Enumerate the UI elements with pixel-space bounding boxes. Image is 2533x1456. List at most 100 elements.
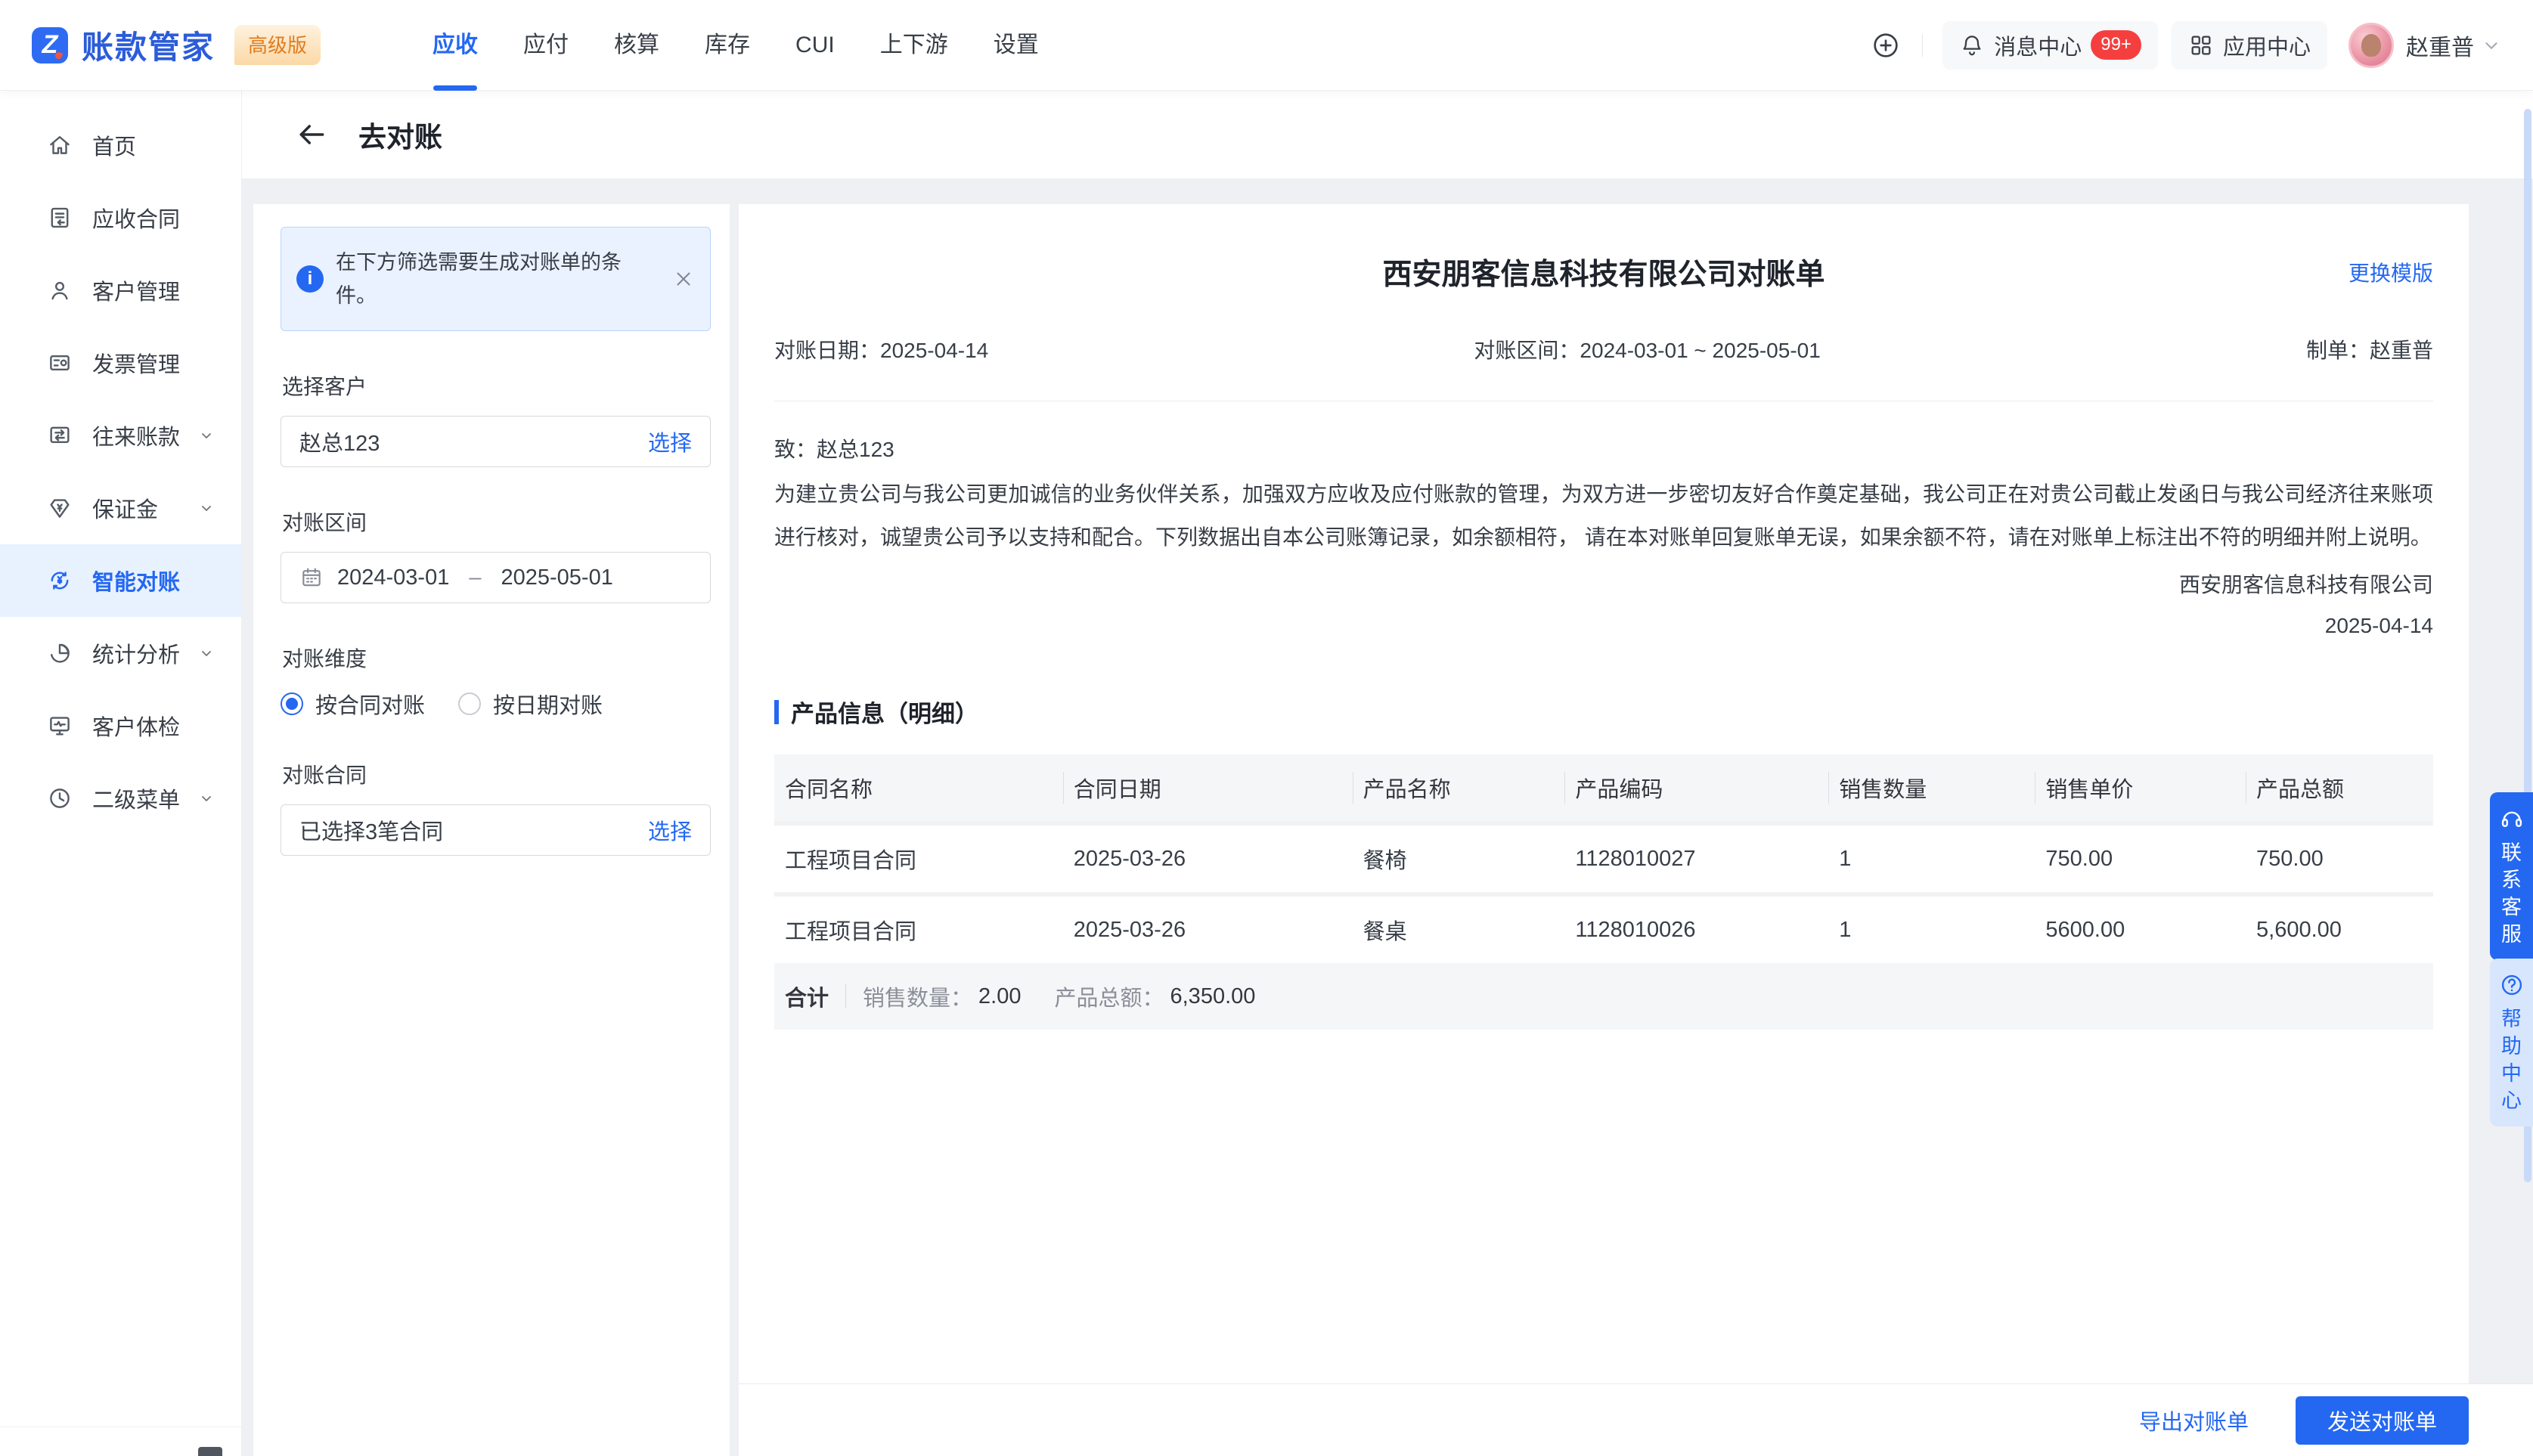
nav-tab-supplychain[interactable]: 上下游 — [857, 0, 971, 91]
info-icon: i — [296, 265, 324, 293]
contract-icon — [47, 205, 73, 231]
sidebar-item-label: 二级菜单 — [92, 782, 180, 814]
filter-hint-alert: i 在下方筛选需要生成对账单的条件。 — [281, 227, 711, 331]
export-statement-button[interactable]: 导出对账单 — [2139, 1405, 2249, 1436]
alert-text: 在下方筛选需要生成对账单的条件。 — [336, 246, 623, 312]
message-center-label: 消息中心 — [1994, 29, 2082, 61]
period-start: 2024-03-01 — [337, 565, 449, 590]
col-header: 销售数量 — [1828, 772, 2035, 804]
divider — [1922, 34, 1923, 57]
contact-support-button[interactable]: 联系客服 — [2490, 792, 2533, 960]
sidebar-item-label: 往来账款 — [92, 420, 180, 451]
period-separator: – — [469, 565, 481, 590]
chevron-down-icon — [197, 789, 215, 807]
radio-by-contract[interactable]: 按合同对账 — [281, 688, 425, 720]
sidebar-item-smart-reconciliation[interactable]: 智能对账 — [0, 544, 241, 617]
dimension-options: 按合同对账 按日期对账 — [281, 688, 711, 720]
sidebar-item-label: 统计分析 — [92, 637, 180, 669]
radio-by-date[interactable]: 按日期对账 — [458, 688, 603, 720]
nav-tab-cui[interactable]: CUI — [773, 0, 857, 91]
message-center-button[interactable]: 消息中心 99+ — [1942, 21, 2158, 70]
statement-preview: 西安朋客信息科技有限公司对账单 更换模版 对账日期：2025-04-14 对账区… — [739, 204, 2469, 1383]
sidebar-item-label: 发票管理 — [92, 347, 180, 379]
transactions-icon — [47, 423, 73, 448]
sidebar-item-label: 应收合同 — [92, 202, 180, 234]
radio-circle — [458, 692, 481, 715]
back-arrow-icon[interactable] — [295, 118, 328, 151]
sidebar-item-label: 保证金 — [92, 492, 158, 524]
sidebar-item-label: 智能对账 — [92, 565, 180, 596]
top-nav-menu: 应收 应付 核算 库存 CUI 上下游 设置 — [410, 0, 1062, 91]
sidebar-item-transactions[interactable]: 往来账款 — [0, 399, 241, 472]
stats-icon — [47, 640, 73, 666]
page-header: 去对账 — [242, 91, 2533, 178]
deposit-icon — [47, 495, 73, 521]
add-button[interactable] — [1869, 29, 1902, 62]
app-center-button[interactable]: 应用中心 — [2172, 21, 2327, 70]
sidebar-item-deposit[interactable]: 保证金 — [0, 472, 241, 544]
table-total-row: 合计 销售数量： 2.00 产品总额： 6,350.00 — [774, 963, 2433, 1030]
sidebar-item-submenu[interactable]: 二级菜单 — [0, 762, 241, 835]
customer-value: 赵总123 — [299, 426, 380, 457]
sidebar-item-home[interactable]: 首页 — [0, 109, 241, 181]
send-statement-button[interactable]: 发送对账单 — [2296, 1396, 2469, 1445]
sidebar-collapse-handle[interactable] — [198, 1447, 222, 1456]
sidebar-item-customer-health[interactable]: 客户体检 — [0, 689, 241, 762]
radio-label: 按合同对账 — [315, 688, 425, 720]
contract-input[interactable]: 已选择3笔合同 选择 — [281, 804, 711, 856]
statement-meta: 对账日期：2025-04-14 对账区间：2024-03-01 ~ 2025-0… — [774, 334, 2433, 364]
nav-tab-inventory[interactable]: 库存 — [682, 0, 773, 91]
chevron-down-icon — [197, 426, 215, 445]
vertical-scrollbar[interactable] — [2522, 91, 2533, 1456]
statement-title: 西安朋客信息科技有限公司对账单 — [774, 251, 2433, 293]
reconcile-icon — [47, 568, 73, 593]
col-header: 合同名称 — [774, 772, 1063, 804]
sidebar-item-label: 客户体检 — [92, 710, 180, 742]
nav-tab-receivable[interactable]: 应收 — [410, 0, 501, 91]
sidebar-item-label: 首页 — [92, 129, 136, 161]
sidebar-item-customer-management[interactable]: 客户管理 — [0, 254, 241, 327]
statement-creator: 制单：赵重普 — [2306, 334, 2433, 364]
statement-date: 对账日期：2025-04-14 — [774, 334, 988, 364]
edition-badge: 高级版 — [234, 25, 321, 65]
nav-tab-settings[interactable]: 设置 — [971, 0, 1062, 91]
sidebar-item-receivable-contract[interactable]: 应收合同 — [0, 181, 241, 254]
home-icon — [47, 132, 73, 158]
product-name: 账款管家 — [82, 22, 215, 68]
col-header: 销售单价 — [2035, 772, 2246, 804]
sidebar-item-statistics[interactable]: 统计分析 — [0, 617, 241, 689]
user-name[interactable]: 赵重普 — [2406, 29, 2474, 62]
contract-label: 对账合同 — [282, 759, 711, 789]
radio-circle — [281, 692, 303, 715]
customer-select-link[interactable]: 选择 — [648, 426, 692, 457]
divider — [845, 984, 846, 1008]
filter-panel: i 在下方筛选需要生成对账单的条件。 选择客户 赵总123 选择 对账区间 20… — [253, 204, 730, 1456]
radio-label: 按日期对账 — [493, 688, 603, 720]
product-table: 合同名称 合同日期 产品名称 产品编码 销售数量 销售单价 产品总额 工程项目合… — [774, 754, 2433, 1030]
help-center-label: 帮助中心 — [2500, 1005, 2523, 1114]
period-range-input[interactable]: 2024-03-01 – 2025-05-01 — [281, 552, 711, 603]
contract-select-link[interactable]: 选择 — [648, 814, 692, 846]
page-title: 去对账 — [358, 114, 442, 155]
signature-date: 2025-04-14 — [774, 606, 2433, 646]
sidebar-item-invoice-management[interactable]: 发票管理 — [0, 327, 241, 399]
headset-icon — [2499, 806, 2525, 832]
close-icon[interactable] — [672, 268, 695, 290]
total-qty: 2.00 — [978, 984, 1021, 1009]
grid-icon — [2188, 33, 2214, 58]
top-navbar: Z 账款管家 高级版 应收 应付 核算 库存 CUI 上下游 设置 消息中心 9… — [0, 0, 2533, 91]
change-template-link[interactable]: 更换模版 — [2349, 257, 2433, 287]
app-logo[interactable]: Z — [32, 27, 68, 64]
period-end: 2025-05-01 — [501, 565, 612, 590]
period-label: 对账区间 — [282, 507, 711, 537]
main-content: 去对账 i 在下方筛选需要生成对账单的条件。 选择客户 赵总123 选择 对账区… — [242, 91, 2533, 1456]
nav-tab-accounting[interactable]: 核算 — [591, 0, 682, 91]
help-center-button[interactable]: 帮助中心 — [2490, 959, 2533, 1126]
app-center-label: 应用中心 — [2223, 29, 2311, 61]
chevron-down-icon[interactable] — [2482, 36, 2501, 55]
table-row: 工程项目合同 2025-03-26 餐桌 1128010026 1 5600.0… — [774, 897, 2433, 963]
customer-input[interactable]: 赵总123 选择 — [281, 416, 711, 467]
user-avatar[interactable] — [2349, 23, 2394, 68]
bell-icon — [1959, 33, 1985, 58]
nav-tab-payable[interactable]: 应付 — [501, 0, 591, 91]
